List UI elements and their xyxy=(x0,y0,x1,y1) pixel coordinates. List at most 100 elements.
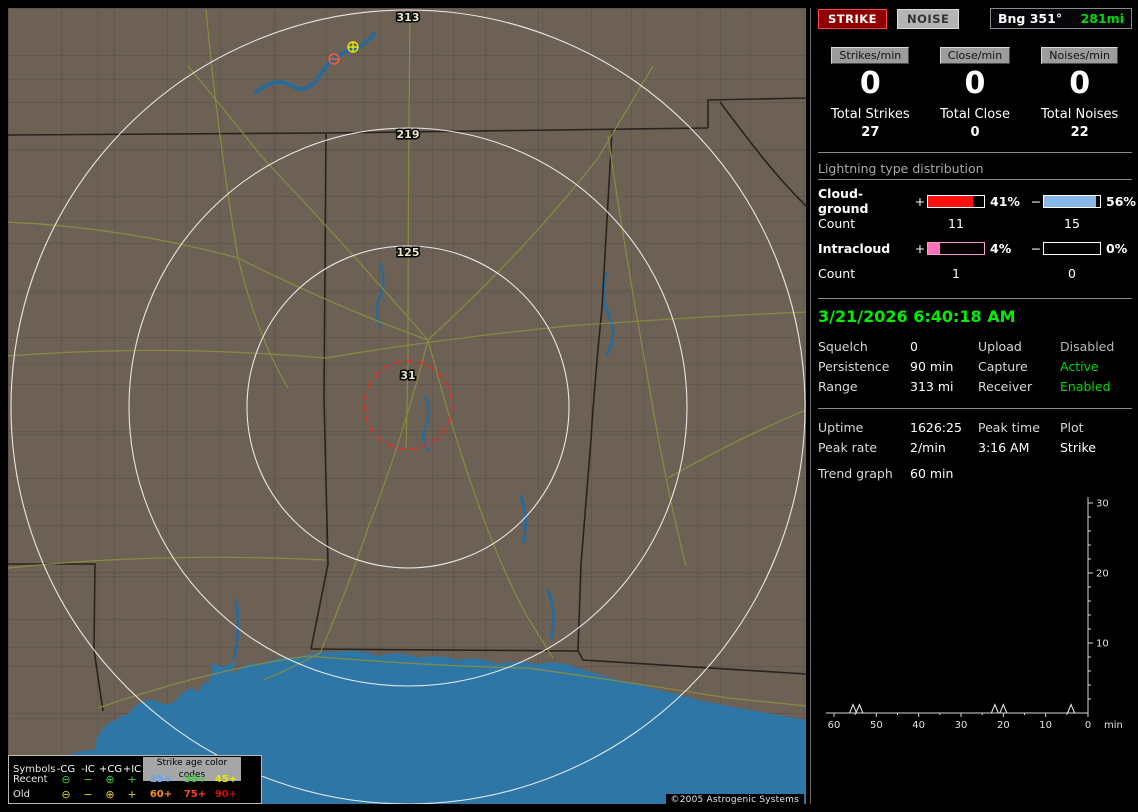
trend-graph: 30 20 10 60 50 40 30 20 10 0 min xyxy=(826,497,1123,731)
positive-cg-strike-icon xyxy=(347,41,359,53)
squelch-value: 0 xyxy=(910,338,918,354)
noises-per-min-value: 0 xyxy=(1069,66,1091,101)
ring-label-313: 313 xyxy=(397,11,420,24)
ring-label-219: 219 xyxy=(397,128,420,141)
intracloud-positive-count: 1 xyxy=(952,266,960,281)
legend-symbols-header: Symbols xyxy=(13,763,56,775)
svg-text:30: 30 xyxy=(1096,499,1109,510)
intracloud-count-row: Count 1 0 xyxy=(818,261,1132,286)
bearing-range: 281mi xyxy=(1080,11,1124,26)
peak-time-value: 3:16 AM xyxy=(978,439,1030,455)
peak-rate-label: Peak rate xyxy=(818,439,878,455)
age-90: 90+ xyxy=(214,789,238,800)
svg-text:10: 10 xyxy=(1039,720,1052,731)
total-strikes-label: Total Strikes xyxy=(831,107,910,122)
indicator-bar: STRIKE NOISE Bng 351° 281mi xyxy=(818,8,1132,29)
total-close-label: Total Close xyxy=(940,107,1010,122)
uptime-label: Uptime xyxy=(818,419,864,435)
minus-sign: − xyxy=(1030,241,1042,256)
cloud-ground-label: Cloud-ground xyxy=(818,186,869,216)
persistence-label: Persistence xyxy=(818,358,890,374)
ring-label-31: 31 xyxy=(400,369,415,382)
bearing-label: Bng 351° xyxy=(998,11,1063,26)
legend-old-row: Old ⊖ − ⊕ + 60+ 75+ 90+ xyxy=(11,787,259,802)
peak-time-label: Peak time xyxy=(978,419,1040,435)
ring-label-125: 125 xyxy=(397,246,420,259)
range-value: 313 mi xyxy=(910,378,954,394)
svg-text:0: 0 xyxy=(1085,720,1091,731)
pos-cg-icon: ⊕ xyxy=(105,773,115,786)
close-per-min-button[interactable]: Close/min xyxy=(939,47,1011,64)
close-per-min-column: Close/min 0 Total Close 0 xyxy=(923,47,1028,140)
status-row: Trend graph 60 min xyxy=(818,463,1132,483)
copyright-text: ©2005 Astrogenic Systems xyxy=(665,794,804,806)
intracloud-row: Intracloud + 4% − 0% xyxy=(818,236,1132,261)
settings-row: Persistence 90 min Capture Active xyxy=(818,356,1132,376)
bar-fill xyxy=(1044,195,1097,207)
neg-ic-icon: − xyxy=(83,788,93,801)
svg-text:20: 20 xyxy=(1096,569,1109,580)
plus-sign: + xyxy=(914,193,926,209)
cloud-ground-positive-bar xyxy=(927,194,985,208)
pos-ic-icon: + xyxy=(127,788,137,801)
noises-per-min-button[interactable]: Noises/min xyxy=(1041,47,1118,64)
age-15: 15+ xyxy=(149,774,173,785)
total-noises-value: 22 xyxy=(1070,125,1089,140)
age-60: 60+ xyxy=(149,789,173,800)
strikes-per-min-button[interactable]: Strikes/min xyxy=(831,47,910,64)
intracloud-positive-pct: 4% xyxy=(990,241,1012,256)
intracloud-negative-count: 0 xyxy=(1068,266,1076,281)
total-close-value: 0 xyxy=(970,125,980,140)
strikes-per-min-column: Strikes/min 0 Total Strikes 27 xyxy=(818,47,923,140)
svg-text:30: 30 xyxy=(955,720,968,731)
strike-button[interactable]: STRIKE xyxy=(818,8,888,29)
count-label: Count xyxy=(818,216,856,231)
status-row: Uptime 1626:25 Peak time Plot xyxy=(818,417,1132,437)
plot-mode-value: Strike xyxy=(1060,439,1096,455)
status-row: Peak rate 2/min 3:16 AM Strike xyxy=(818,437,1132,457)
count-label: Count xyxy=(818,266,856,281)
settings-row: Range 313 mi Receiver Enabled xyxy=(818,376,1132,396)
squelch-label: Squelch xyxy=(818,338,868,354)
cloud-ground-negative-bar xyxy=(1043,194,1101,208)
svg-text:60: 60 xyxy=(828,720,841,731)
cloud-ground-negative-pct: 56% xyxy=(1106,193,1136,209)
neg-ic-icon: − xyxy=(83,773,93,786)
datetime-display: 3/21/2026 6:40:18 AM xyxy=(818,307,1016,326)
legend-recent-row: Recent ⊖ − ⊕ + 15+ 30+ 45+ xyxy=(11,772,259,787)
legend-old-label: Old xyxy=(13,789,30,800)
divider xyxy=(818,179,1132,180)
total-strikes-value: 27 xyxy=(861,125,880,140)
cloud-ground-positive-count: 11 xyxy=(948,216,964,231)
legend-header-row: Symbols -CG -IC +CG +IC Strike age color… xyxy=(11,757,259,781)
svg-text:10: 10 xyxy=(1096,639,1109,650)
uptime-value: 1626:25 xyxy=(910,419,962,435)
upload-label: Upload xyxy=(978,338,1022,354)
map-legend: Symbols -CG -IC +CG +IC Strike age color… xyxy=(8,755,262,804)
intracloud-label: Intracloud xyxy=(818,241,891,256)
plus-sign: + xyxy=(914,241,926,256)
lightning-map[interactable]: 313 219 125 31 xyxy=(8,8,806,804)
divider xyxy=(818,408,1132,409)
strikes-per-min-value: 0 xyxy=(859,66,881,101)
capture-label: Capture xyxy=(978,358,1028,374)
total-noises-label: Total Noises xyxy=(1040,107,1119,122)
bar-fill xyxy=(928,243,941,254)
bearing-display: Bng 351° 281mi xyxy=(990,8,1132,29)
age-45: 45+ xyxy=(214,774,238,785)
divider xyxy=(818,298,1132,299)
status-panel: STRIKE NOISE Bng 351° 281mi Strikes/min … xyxy=(818,8,1136,804)
intracloud-negative-bar xyxy=(1043,242,1101,255)
receiver-label: Receiver xyxy=(978,378,1033,394)
divider xyxy=(818,152,1132,153)
minus-sign: − xyxy=(1030,193,1042,209)
plot-label: Plot xyxy=(1060,419,1084,435)
cloud-ground-positive-pct: 41% xyxy=(990,193,1020,209)
neg-cg-icon: ⊖ xyxy=(61,788,71,801)
capture-status: Active xyxy=(1060,358,1099,374)
peak-rate-value: 2/min xyxy=(910,439,946,455)
receiver-status: Enabled xyxy=(1060,378,1111,394)
svg-text:40: 40 xyxy=(912,720,925,731)
pos-cg-icon: ⊕ xyxy=(105,788,115,801)
noise-button[interactable]: NOISE xyxy=(897,8,960,29)
